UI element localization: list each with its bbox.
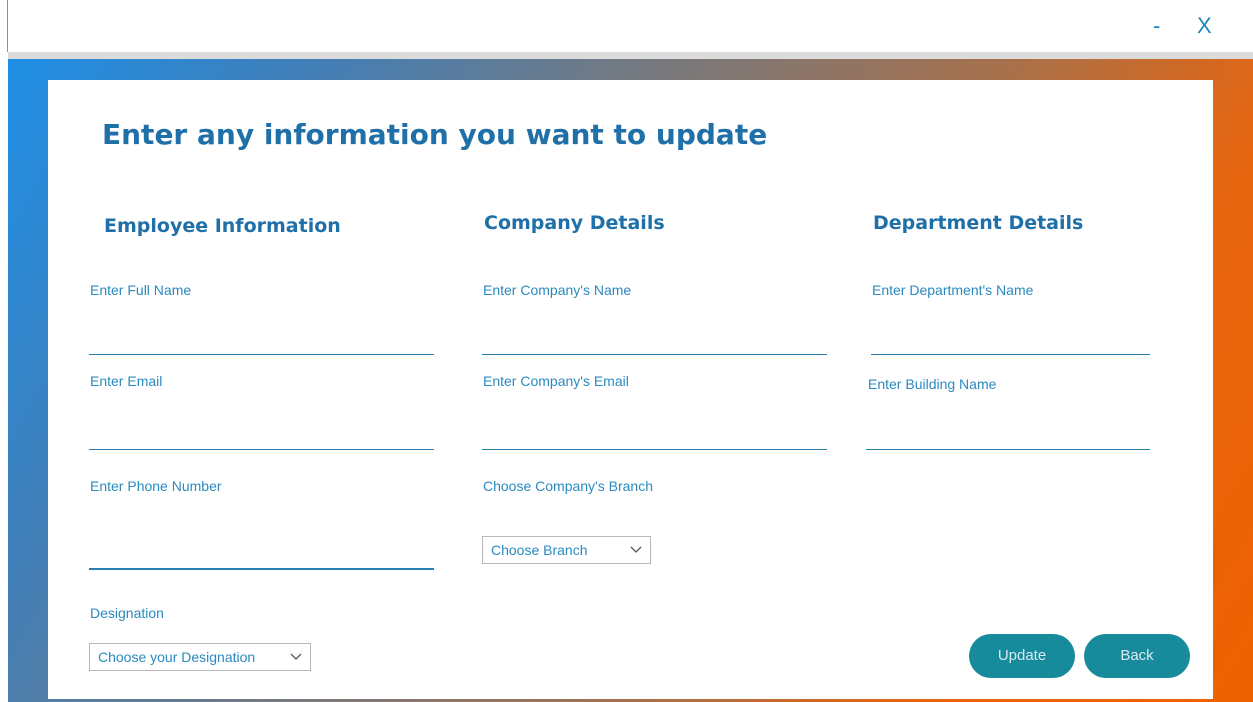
designation-label: Designation [90,605,164,621]
page-title: Enter any information you want to update [102,118,768,151]
phone-input[interactable] [89,540,434,570]
designation-select[interactable]: Choose your Designation [89,643,311,671]
department-section-heading: Department Details [873,212,1084,234]
email-label: Enter Email [90,373,163,389]
department-name-input[interactable] [871,325,1150,355]
chevron-down-icon [630,546,642,553]
designation-select-value: Choose your Designation [98,649,256,665]
company-branch-label: Choose Company's Branch [483,478,653,494]
window-edge-accent [7,0,8,52]
company-name-input[interactable] [482,325,827,355]
company-email-input[interactable] [482,420,827,450]
close-button[interactable]: X [1197,14,1212,38]
department-name-label: Enter Department's Name [872,282,1034,298]
branch-select[interactable]: Choose Branch [482,536,651,564]
company-email-label: Enter Company's Email [483,373,629,389]
back-button[interactable]: Back [1084,634,1190,678]
company-name-label: Enter Company's Name [483,282,632,298]
title-bar-divider [8,52,1253,59]
email-input[interactable] [89,420,434,450]
form-card [48,80,1213,699]
building-name-label: Enter Building Name [868,376,997,392]
update-button[interactable]: Update [969,634,1075,678]
chevron-down-icon [290,653,302,660]
full-name-label: Enter Full Name [90,282,192,298]
building-name-input[interactable] [866,420,1150,450]
employee-section-heading: Employee Information [104,215,341,237]
branch-select-value: Choose Branch [491,542,588,558]
company-section-heading: Company Details [484,212,665,234]
minimize-button[interactable]: - [1153,14,1160,38]
title-bar: - X [0,0,1253,52]
full-name-input[interactable] [89,325,434,355]
phone-label: Enter Phone Number [90,478,222,494]
